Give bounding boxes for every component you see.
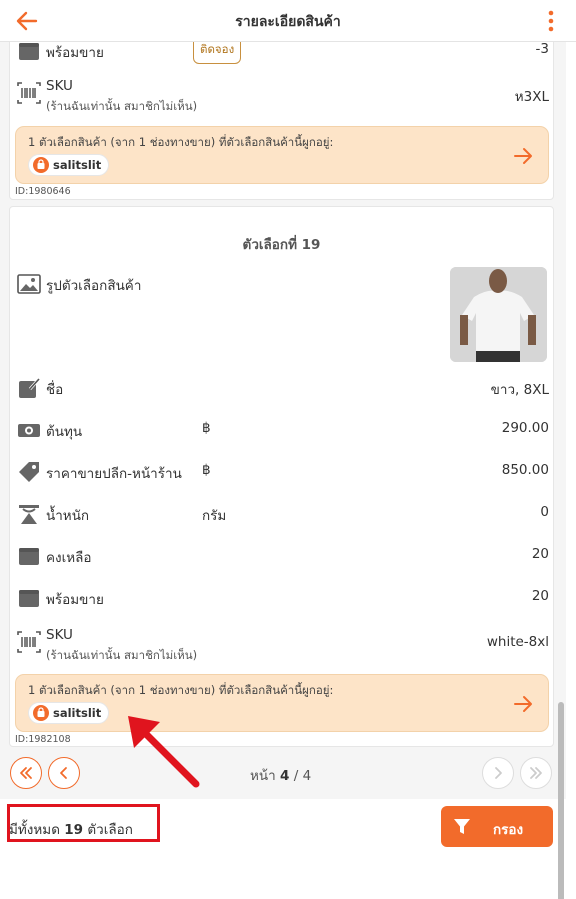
scale-icon	[19, 505, 39, 524]
name-value: ขาว, 8XL	[490, 382, 549, 398]
name-label: ชื่อ	[46, 382, 64, 398]
edit-icon	[19, 377, 41, 398]
channel-chip[interactable]: salitslit	[28, 154, 110, 176]
name-row: ชื่อ ขาว, 8XL	[10, 367, 555, 409]
sales-channel-box[interactable]: 1 ตัวเลือกสินค้า (จาก 1 ช่องทางขาย) ที่ต…	[15, 126, 549, 184]
variant-card: ตัวเลือกที่ 19 รูปตัวเลือกสินค้า ชื่อ ขา…	[9, 206, 554, 747]
variant-image[interactable]	[450, 267, 547, 362]
price-currency: ฿	[202, 462, 211, 478]
channel-text: 1 ตัวเลือกสินค้า (จาก 1 ช่องทางขาย) ที่ต…	[28, 135, 334, 149]
variant-card-previous: พร้อมขาย ติดจอง -3 SKU (ร้านฉันเท่านั้น …	[9, 42, 554, 200]
filter-label: กรอง	[493, 822, 524, 838]
reserved-badge[interactable]: ติดจอง	[193, 42, 242, 64]
sku-row: SKU (ร้านฉันเท่านั้น สมาชิกไม่เห็น) whit…	[10, 621, 555, 669]
cost-value: 290.00	[501, 420, 549, 436]
more-vertical-icon[interactable]	[548, 10, 554, 32]
box-icon	[19, 590, 39, 607]
cost-row: ต้นทุน ฿ 290.00	[10, 409, 555, 451]
sku-label: SKU	[46, 627, 73, 643]
ready-label: พร้อมขาย	[46, 592, 104, 608]
page-indicator: หน้า 4 / 4	[250, 764, 311, 786]
page-prefix: หน้า	[250, 768, 276, 784]
current-page: 4	[280, 768, 290, 784]
double-chevron-right-icon	[530, 767, 542, 779]
barcode-icon	[17, 631, 41, 653]
annotation-arrow	[128, 716, 200, 788]
weight-row: น้ำหนัก กรัม 0	[10, 493, 555, 535]
channel-name: salitslit	[53, 706, 102, 720]
channel-text: 1 ตัวเลือกสินค้า (จาก 1 ช่องทางขาย) ที่ต…	[28, 683, 334, 697]
image-icon	[17, 274, 41, 294]
sku-value: ห3XL	[514, 89, 549, 105]
barcode-icon	[17, 82, 41, 104]
filter-button[interactable]: กรอง	[441, 806, 553, 847]
shop-bag-icon	[33, 705, 49, 721]
last-page-button[interactable]	[520, 757, 552, 789]
weight-value: 0	[540, 504, 549, 520]
sku-note: (ร้านฉันเท่านั้น สมาชิกไม่เห็น)	[46, 648, 198, 662]
sales-channel-box[interactable]: 1 ตัวเลือกสินค้า (จาก 1 ช่องทางขาย) ที่ต…	[15, 674, 549, 732]
ready-label: พร้อมขาย	[46, 45, 104, 61]
ready-value: -3	[535, 42, 549, 57]
page-separator: /	[293, 768, 299, 784]
remaining-value: 20	[531, 546, 549, 562]
price-label: ราคาขายปลีก-หน้าร้าน	[46, 466, 182, 482]
filter-icon	[454, 819, 470, 834]
box-icon	[19, 548, 39, 565]
pagination: หน้า 4 / 4	[0, 754, 566, 790]
variant-id: ID:1980646	[15, 186, 71, 197]
price-row: ราคาขายปลีก-หน้าร้าน ฿ 850.00	[10, 451, 555, 493]
double-chevron-left-icon	[20, 767, 32, 779]
box-icon	[19, 43, 39, 60]
prev-page-button[interactable]	[48, 757, 80, 789]
remaining-label: คงเหลือ	[46, 550, 92, 566]
sku-row: SKU (ร้านฉันเท่านั้น สมาชิกไม่เห็น) ห3XL	[10, 72, 555, 120]
sku-label: SKU	[46, 78, 73, 94]
channel-chip[interactable]: salitslit	[28, 702, 110, 724]
total-pages: 4	[302, 768, 312, 784]
ready-row: พร้อมขาย ติดจอง -3	[10, 42, 555, 72]
annotation-highlight-box	[7, 804, 160, 842]
chevron-left-icon	[60, 767, 67, 779]
cost-currency: ฿	[202, 420, 211, 436]
chevron-right-icon	[495, 767, 502, 779]
variant-title: ตัวเลือกที่ 19	[242, 237, 321, 253]
weight-label: น้ำหนัก	[46, 508, 90, 524]
variant-id: ID:1982108	[15, 734, 71, 745]
image-label: รูปตัวเลือกสินค้า	[46, 278, 142, 294]
ready-value: 20	[531, 588, 549, 604]
money-icon	[18, 424, 40, 437]
price-tag-icon	[19, 462, 39, 482]
content-scroll-area[interactable]: พร้อมขาย ติดจอง -3 SKU (ร้านฉันเท่านั้น …	[0, 42, 566, 899]
sku-value: white-8xl	[486, 634, 549, 650]
weight-unit: กรัม	[202, 508, 227, 524]
app-header: รายละเอียดสินค้า	[0, 0, 576, 42]
price-value: 850.00	[501, 462, 549, 478]
remaining-row: คงเหลือ 20	[10, 535, 555, 577]
footer-bar: มีทั้งหมด 19 ตัวเลือก กรอง	[0, 799, 566, 899]
shop-bag-icon	[33, 157, 49, 173]
scrollbar[interactable]	[558, 702, 564, 899]
next-page-button[interactable]	[482, 757, 514, 789]
ready-row: พร้อมขาย 20	[10, 577, 555, 619]
first-page-button[interactable]	[10, 757, 42, 789]
cost-label: ต้นทุน	[46, 424, 83, 440]
page-title: รายละเอียดสินค้า	[235, 14, 341, 30]
arrow-right-icon[interactable]	[512, 145, 534, 167]
arrow-right-icon[interactable]	[512, 693, 534, 715]
channel-name: salitslit	[53, 158, 102, 172]
sku-note: (ร้านฉันเท่านั้น สมาชิกไม่เห็น)	[46, 99, 198, 113]
